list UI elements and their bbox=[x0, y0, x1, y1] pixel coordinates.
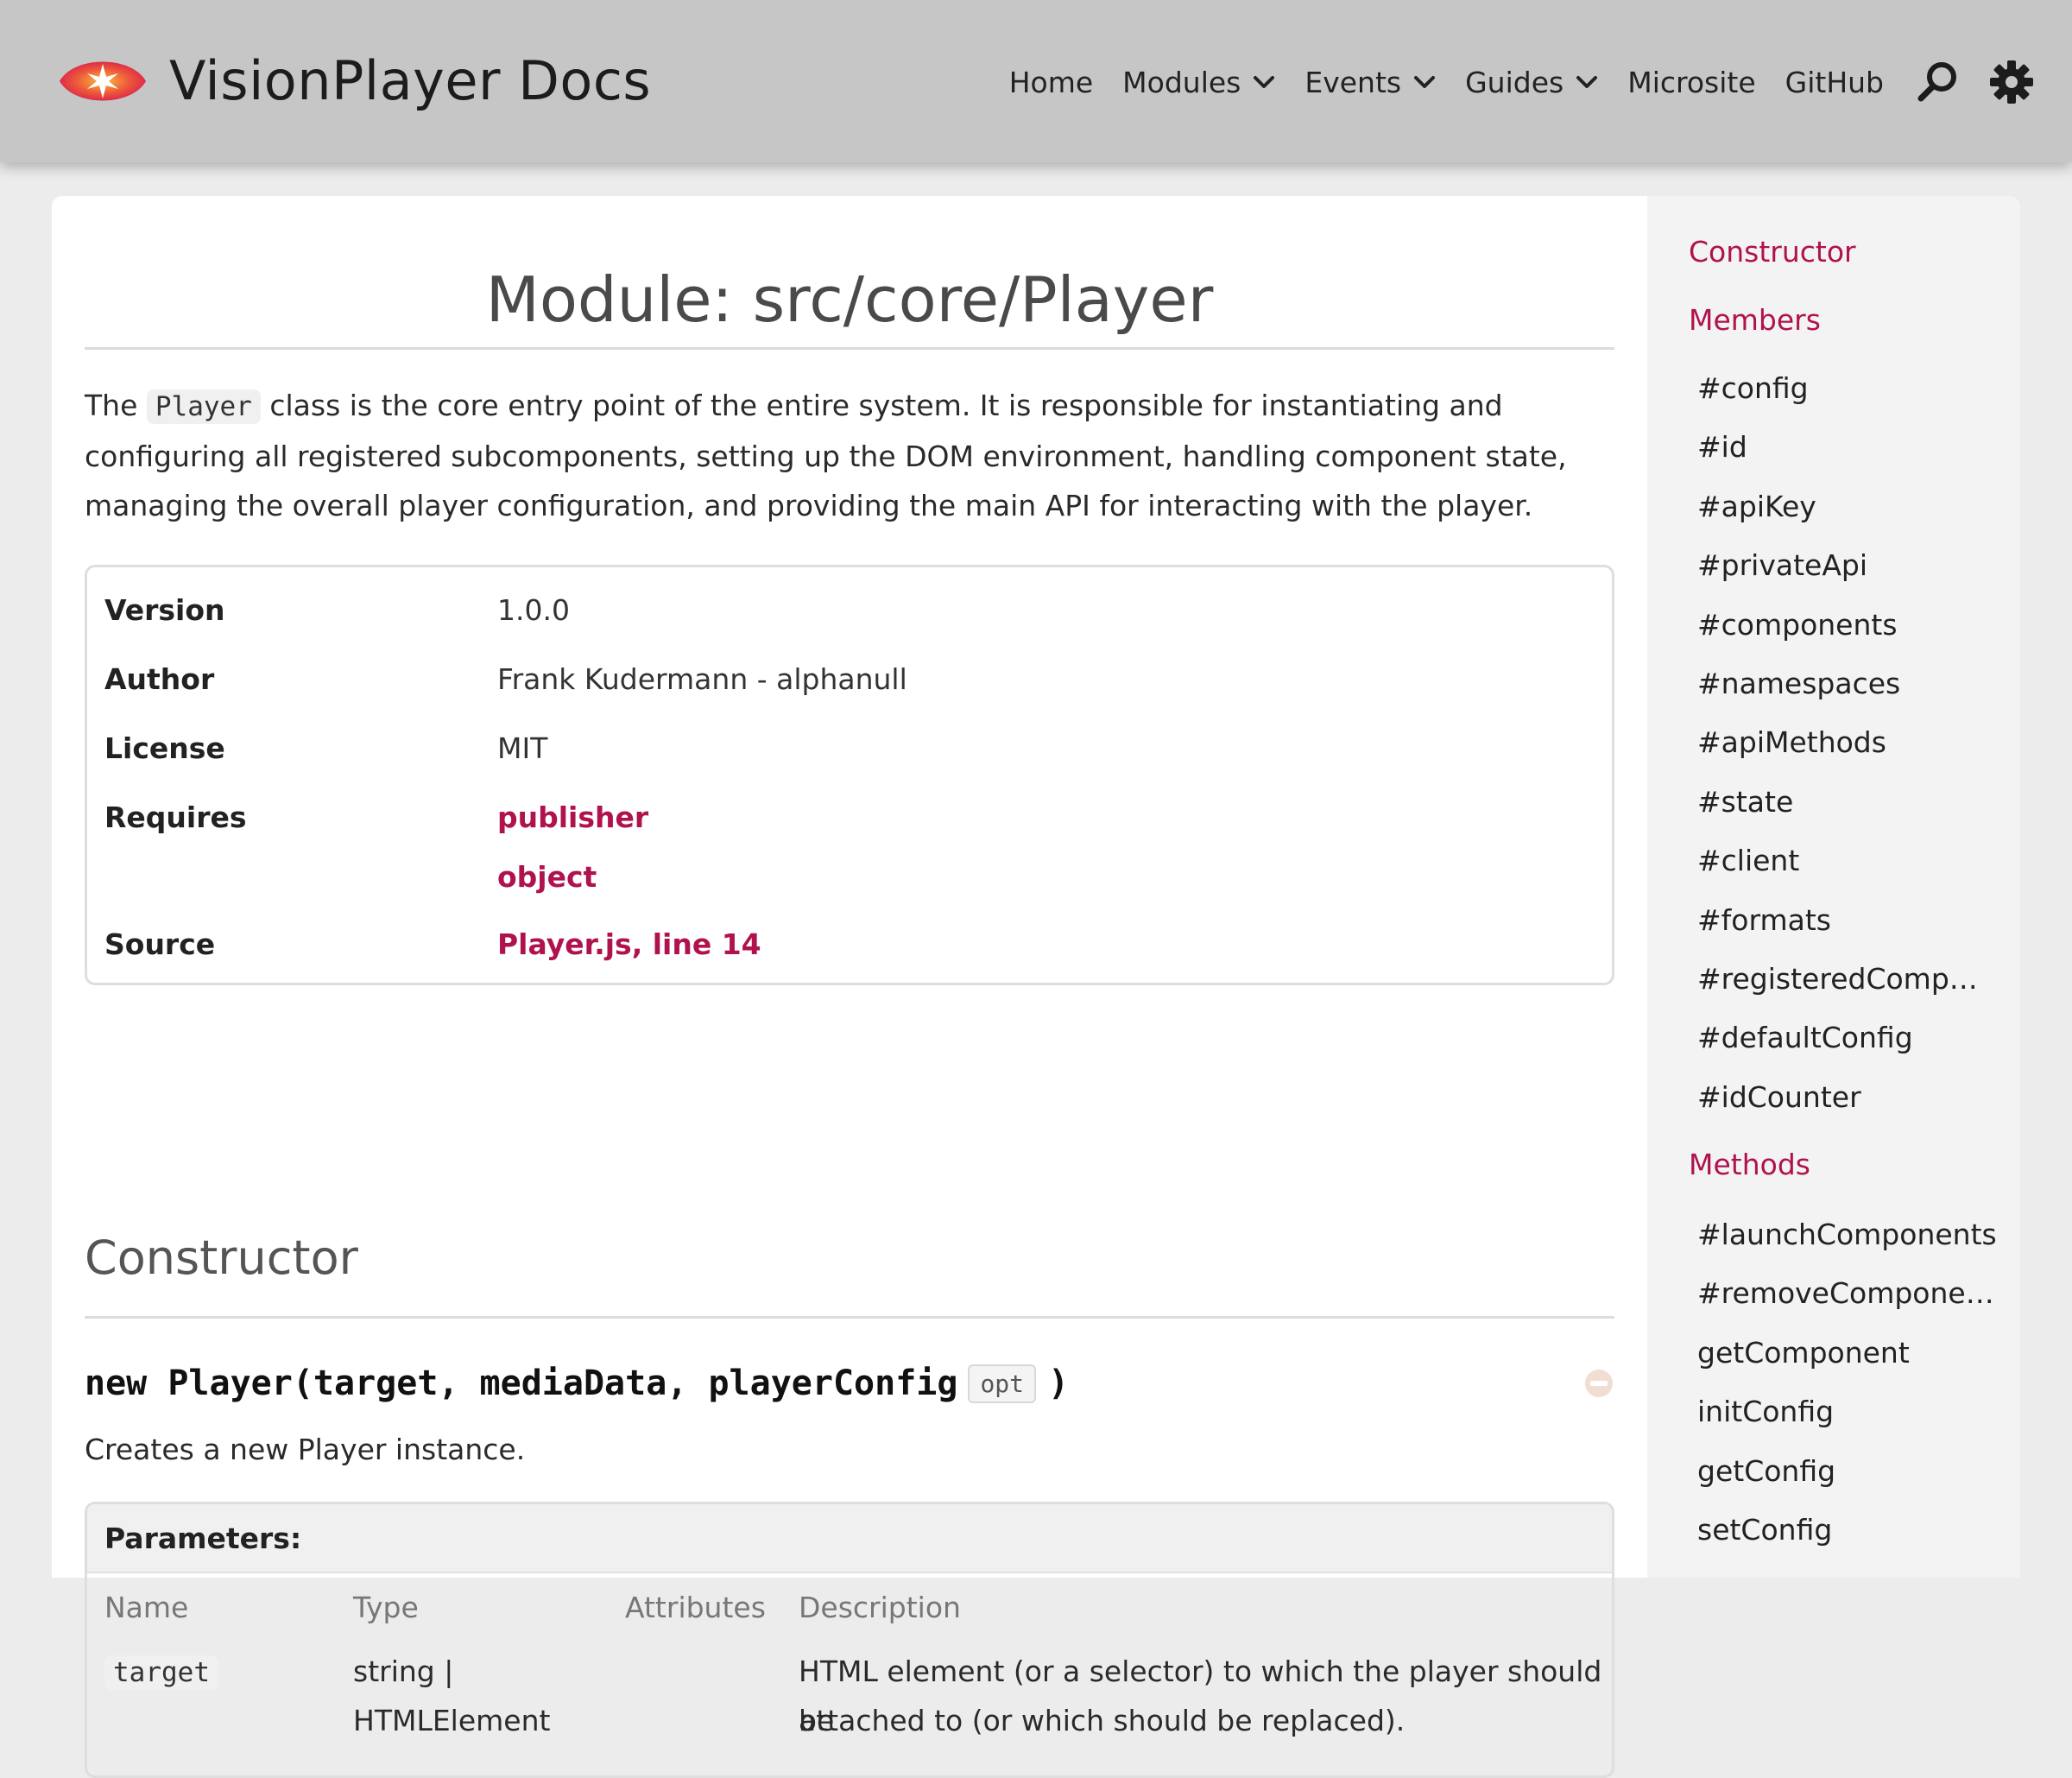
source-file-link[interactable]: Player.js bbox=[497, 927, 632, 961]
column-header-name: Name bbox=[104, 1591, 189, 1624]
toc-member-item[interactable]: #apiKey bbox=[1697, 490, 1999, 523]
top-navigation-bar: VisionPlayer Docs Home Modules Events Gu… bbox=[0, 0, 2072, 162]
toc-method-item[interactable]: setConfig bbox=[1697, 1513, 1999, 1547]
toc-method-item[interactable]: getConfig bbox=[1697, 1454, 1999, 1488]
nav-modules[interactable]: Modules bbox=[1122, 66, 1275, 99]
source-value: Player.js, line 14 bbox=[497, 927, 761, 961]
main-content-card: Module: src/core/Player The Player class… bbox=[52, 196, 1647, 1778]
meta-label-author: Author bbox=[104, 662, 215, 696]
toc-heading-members[interactable]: Members bbox=[1689, 303, 1821, 337]
table-of-contents-sidebar: Constructor Members #config #id #apiKey #pr… bbox=[1647, 196, 2020, 1578]
param-name-cell: target bbox=[104, 1647, 218, 1698]
parameters-table: Parameters: Name Type Attributes Descrip… bbox=[85, 1502, 1614, 1778]
toc-member-item[interactable]: #id bbox=[1697, 430, 1999, 464]
meta-label-version: Version bbox=[104, 593, 225, 627]
intro-text-start: The bbox=[85, 389, 147, 422]
nav-microsite-label: Microsite bbox=[1627, 65, 1756, 99]
section-divider bbox=[85, 1316, 1614, 1319]
meta-value-license: MIT bbox=[497, 731, 548, 765]
toc-method-item[interactable]: getComponent bbox=[1697, 1336, 1999, 1370]
toc-member-item[interactable]: #config bbox=[1697, 371, 1999, 405]
param-type-line2: HTMLElement bbox=[353, 1704, 551, 1737]
nav-home-label: Home bbox=[1008, 65, 1094, 99]
toc-member-item[interactable]: #state bbox=[1697, 785, 1999, 819]
param-name-target: target bbox=[104, 1655, 218, 1690]
param-type-line1: string | bbox=[353, 1655, 454, 1688]
optional-badge: opt bbox=[968, 1364, 1037, 1403]
nav-guides[interactable]: Guides bbox=[1465, 66, 1598, 99]
toc-member-item[interactable]: #components bbox=[1697, 608, 1999, 642]
chevron-down-icon bbox=[1414, 76, 1436, 88]
gear-icon bbox=[1990, 60, 2033, 104]
toc-member-item[interactable]: #privateApi bbox=[1697, 548, 1999, 582]
toc-method-item[interactable]: #removeCompone… bbox=[1697, 1276, 1999, 1310]
source-separator: , bbox=[631, 927, 653, 961]
toc-member-item[interactable]: #defaultConfig bbox=[1697, 1021, 1999, 1054]
toc-method-item[interactable]: initConfig bbox=[1697, 1395, 1999, 1428]
module-description: The Player class is the core entry point… bbox=[85, 381, 1614, 530]
nav-guides-label: Guides bbox=[1465, 65, 1564, 99]
nav-github[interactable]: GitHub bbox=[1785, 66, 1884, 99]
toc-heading-methods[interactable]: Methods bbox=[1689, 1148, 1810, 1181]
constructor-signature: new Player(target, mediaData, playerConf… bbox=[85, 1353, 1069, 1414]
toc-member-item[interactable]: #formats bbox=[1697, 903, 1999, 937]
inline-code-player: Player bbox=[146, 389, 261, 424]
visionplayer-logo-icon[interactable] bbox=[57, 50, 148, 112]
meta-label-source: Source bbox=[104, 927, 216, 961]
title-divider bbox=[85, 347, 1614, 350]
meta-label-requires: Requires bbox=[104, 800, 247, 834]
chevron-down-icon bbox=[1576, 76, 1598, 88]
search-button[interactable] bbox=[1913, 58, 1961, 106]
toc-member-item[interactable]: #client bbox=[1697, 844, 1999, 877]
requires-link-publisher[interactable]: publisher bbox=[497, 800, 648, 834]
nav-microsite[interactable]: Microsite bbox=[1627, 66, 1755, 99]
main-nav: Home Modules Events Guides Microsite Git… bbox=[1009, 52, 2072, 112]
toc-heading-constructor[interactable]: Constructor bbox=[1689, 235, 1856, 269]
search-icon bbox=[1917, 62, 1956, 102]
parameters-title: Parameters: bbox=[104, 1522, 302, 1555]
constructor-section-title: Constructor bbox=[85, 1231, 358, 1285]
nav-home[interactable]: Home bbox=[1009, 66, 1093, 99]
source-line-link[interactable]: line 14 bbox=[653, 927, 761, 961]
collapse-icon[interactable] bbox=[1583, 1368, 1614, 1399]
nav-events-label: Events bbox=[1304, 65, 1402, 99]
toc-member-item[interactable]: #namespaces bbox=[1697, 667, 1999, 700]
chevron-down-icon bbox=[1254, 76, 1275, 88]
column-header-description: Description bbox=[799, 1591, 961, 1624]
intro-text-rest: class is the core entry point of the ent… bbox=[85, 389, 1567, 522]
toc-member-item[interactable]: #registeredComp… bbox=[1697, 962, 1999, 996]
site-brand-title[interactable]: VisionPlayer Docs bbox=[169, 50, 651, 112]
meta-label-license: License bbox=[104, 731, 225, 765]
nav-events[interactable]: Events bbox=[1304, 66, 1436, 99]
constructor-description: Creates a new Player instance. bbox=[85, 1433, 526, 1466]
meta-value-version: 1.0.0 bbox=[497, 593, 570, 627]
nav-modules-label: Modules bbox=[1122, 65, 1241, 99]
toc-member-item[interactable]: #apiMethods bbox=[1697, 725, 1999, 759]
settings-button[interactable] bbox=[1987, 58, 2036, 106]
module-details-box: Version 1.0.0 Author Frank Kudermann - a… bbox=[85, 565, 1614, 985]
parameters-header: Parameters: bbox=[87, 1504, 1612, 1573]
requires-link-object[interactable]: object bbox=[497, 860, 597, 894]
toc-member-item[interactable]: #idCounter bbox=[1697, 1080, 1999, 1114]
nav-github-label: GitHub bbox=[1785, 65, 1884, 99]
signature-text: new Player(target, mediaData, playerConf… bbox=[85, 1364, 958, 1403]
param-description-line2: attached to (or which should be replaced… bbox=[799, 1704, 1406, 1737]
toc-method-item[interactable]: #launchComponents bbox=[1697, 1218, 1999, 1251]
page-title: Module: src/core/Player bbox=[485, 263, 1214, 336]
meta-value-author: Frank Kudermann - alphanull bbox=[497, 662, 907, 696]
signature-close: ) bbox=[1048, 1364, 1070, 1403]
column-header-attributes: Attributes bbox=[625, 1591, 766, 1624]
column-header-type: Type bbox=[353, 1591, 419, 1624]
